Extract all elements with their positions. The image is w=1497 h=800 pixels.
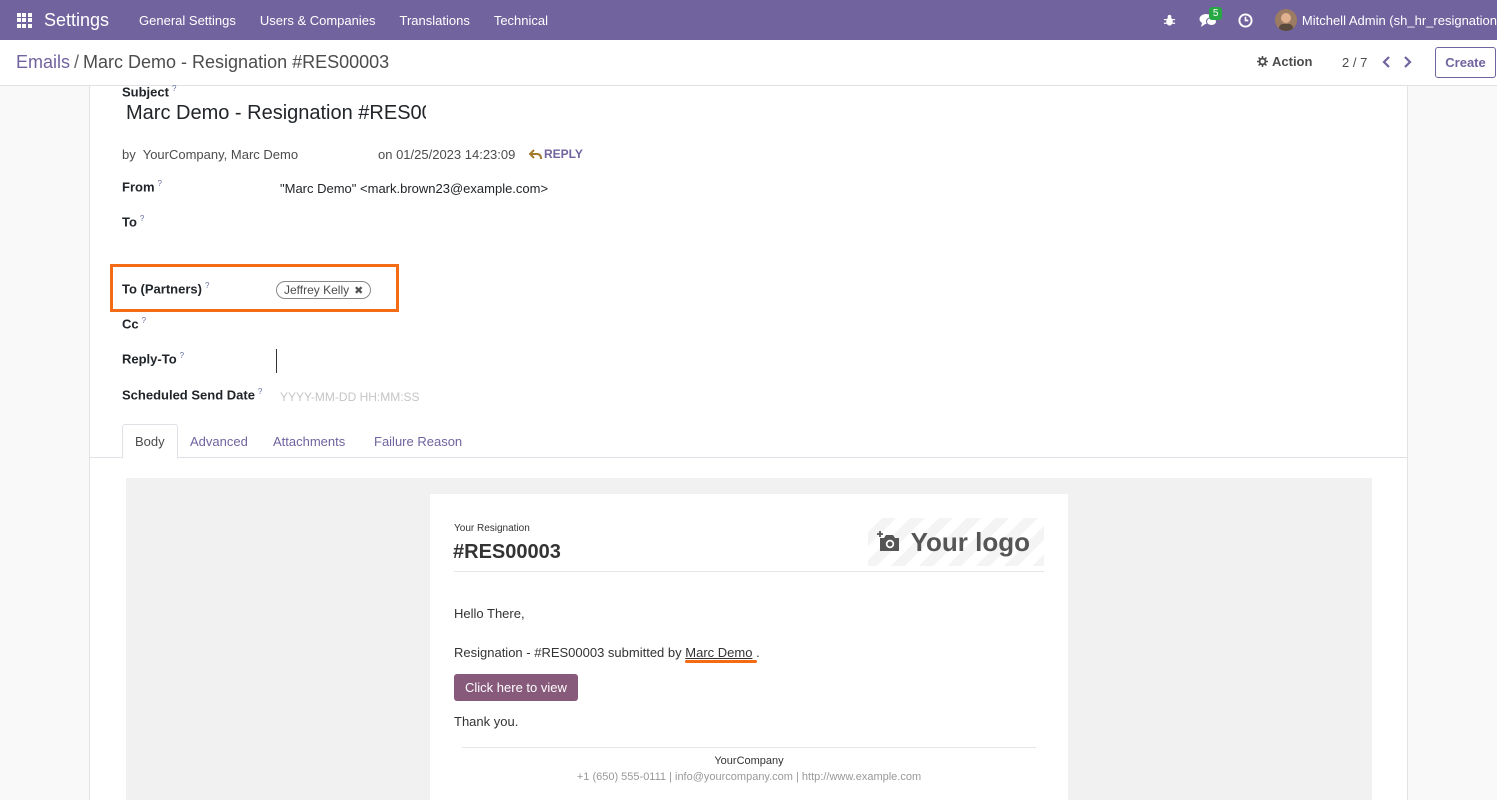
messages-chat-icon[interactable]: 5: [1189, 0, 1227, 40]
footer-company: YourCompany: [714, 755, 784, 767]
reply-arrow-icon: [529, 148, 542, 159]
scheduled-date-label: Scheduled Send Date?: [122, 387, 263, 403]
to-help-icon[interactable]: ?: [140, 214, 144, 223]
email-body-preview: Your Resignation #RES00003 Your logo Hel…: [126, 478, 1372, 800]
from-help-icon[interactable]: ?: [158, 179, 162, 188]
email-body-line: Resignation - #RES00003 submitted by Mar…: [454, 645, 760, 660]
email-header-divider: [454, 571, 1044, 572]
menu-users-companies[interactable]: Users & Companies: [248, 13, 388, 28]
reply-to-input[interactable]: [276, 349, 277, 373]
notebook-tabs: Body Advanced Attachments Failure Reason: [90, 424, 1407, 459]
activity-clock-icon[interactable]: [1227, 0, 1265, 40]
email-body-prefix: Resignation - #RES00003 submitted by: [454, 645, 682, 660]
partner-tag-label: Jeffrey Kelly: [284, 283, 350, 297]
menu-general-settings[interactable]: General Settings: [127, 13, 248, 28]
from-field[interactable]: "Marc Demo" <mark.brown23@example.com>: [280, 181, 548, 196]
gear-icon: [1257, 56, 1268, 67]
to-partners-label: To (Partners)?: [122, 281, 210, 297]
user-menu-name[interactable]: Mitchell Admin (sh_hr_resignation: [1302, 13, 1497, 28]
camera-icon: [876, 531, 899, 551]
breadcrumb-emails-link[interactable]: Emails: [16, 52, 70, 72]
reply-to-help-icon[interactable]: ?: [180, 351, 184, 360]
pager-previous-button[interactable]: [1379, 53, 1393, 71]
partner-tag[interactable]: Jeffrey Kelly ✖: [276, 281, 372, 299]
tab-advanced[interactable]: Advanced: [178, 424, 260, 458]
email-heading-small: Your Resignation: [454, 523, 530, 534]
to-label: To?: [122, 214, 145, 230]
reply-to-label: Reply-To?: [122, 351, 185, 367]
form-sheet: Subject? Marc Demo - Resignation #RES000…: [89, 84, 1408, 800]
menu-translations[interactable]: Translations: [388, 13, 482, 28]
user-avatar[interactable]: [1274, 9, 1297, 31]
reply-label: REPLY: [544, 147, 583, 161]
tab-attachments[interactable]: Attachments: [261, 424, 357, 458]
subject-label: Subject?: [122, 84, 177, 100]
action-menu-button[interactable]: Action: [1257, 54, 1312, 69]
footer-contact: +1 (650) 555-0111 | info@yourcompany.com…: [576, 771, 922, 783]
pager-value[interactable]: 2 / 7: [1342, 55, 1367, 70]
cc-help-icon[interactable]: ?: [142, 316, 146, 325]
breadcrumb-separator: /: [74, 52, 80, 72]
reply-button[interactable]: REPLY: [529, 147, 583, 161]
action-label: Action: [1272, 54, 1313, 69]
email-body-suffix: .: [756, 645, 760, 660]
app-name[interactable]: Settings: [44, 10, 109, 31]
control-panel: Emails / Marc Demo - Resignation #RES00003…: [0, 40, 1497, 86]
debug-bug-icon[interactable]: [1151, 0, 1189, 40]
message-count-badge: 5: [1208, 7, 1223, 20]
create-button[interactable]: Create: [1435, 47, 1496, 78]
company-logo-placeholder: Your logo: [868, 518, 1044, 566]
breadcrumb: Emails / Marc Demo - Resignation #RES00003: [16, 52, 389, 73]
remove-tag-icon[interactable]: ✖: [354, 284, 363, 297]
from-label: From?: [122, 179, 162, 195]
email-footer-divider: [462, 747, 1036, 748]
highlight-underline: [685, 660, 757, 663]
employee-link[interactable]: Marc Demo: [685, 645, 752, 660]
tab-failure-reason[interactable]: Failure Reason: [362, 424, 474, 458]
pager-next-button[interactable]: [1400, 53, 1414, 71]
scheduled-help-icon[interactable]: ?: [258, 387, 262, 396]
to-partners-help-icon[interactable]: ?: [205, 281, 209, 290]
menu-technical[interactable]: Technical: [482, 13, 560, 28]
email-reference: #RES00003: [453, 541, 561, 563]
apps-menu-icon[interactable]: [0, 0, 48, 40]
view-resignation-button[interactable]: Click here to view: [454, 674, 578, 701]
breadcrumb-current: Marc Demo - Resignation #RES00003: [83, 52, 390, 72]
tab-body[interactable]: Body: [122, 424, 178, 459]
cc-label: Cc?: [122, 316, 147, 332]
author-line: by YourCompany, Marc Demo: [122, 147, 299, 162]
date-line: on 01/25/2023 14:23:09: [378, 147, 516, 162]
email-greeting: Hello There,: [454, 606, 525, 621]
email-card: Your Resignation #RES00003 Your logo Hel…: [430, 494, 1068, 800]
subject-help-icon[interactable]: ?: [172, 84, 176, 93]
chevron-right-icon: [1403, 56, 1412, 68]
top-navbar: Settings General Settings Users & Compan…: [0, 0, 1497, 40]
email-closing: Thank you.: [454, 714, 519, 729]
scheduled-date-input[interactable]: YYYY-MM-DD HH:MM:SS: [280, 390, 420, 404]
logo-text: Your logo: [910, 526, 1030, 557]
subject-field[interactable]: Marc Demo - Resignation #RES00003: [126, 102, 426, 125]
chevron-left-icon: [1381, 56, 1390, 68]
